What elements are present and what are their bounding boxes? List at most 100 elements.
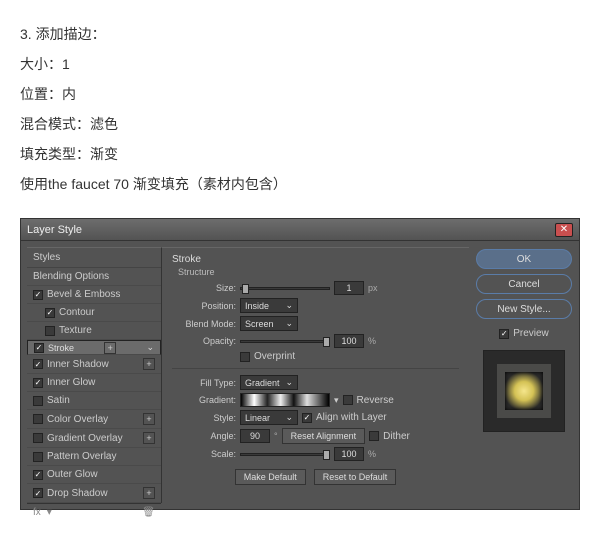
settings-panel: Stroke Structure Size: 1 px Position: In… [162, 247, 469, 503]
effect-label: Outer Glow [47, 469, 98, 480]
styles-header[interactable]: Styles [27, 248, 161, 268]
effect-label: Satin [47, 395, 70, 406]
cancel-button[interactable]: Cancel [476, 274, 572, 294]
effect-label: Color Overlay [47, 414, 108, 425]
blend-mode-select[interactable]: Screen [240, 316, 298, 331]
effect-checkbox[interactable] [45, 326, 55, 336]
article-text: 3. 添加描边： 大小：1 位置：内 混合模式：滤色 填充类型：渐变 使用the… [0, 0, 600, 210]
new-style-button[interactable]: New Style... [476, 299, 572, 319]
effect-row-contour[interactable]: Contour [27, 304, 161, 322]
effect-row-inner-shadow[interactable]: Inner Shadow + [27, 355, 161, 374]
dither-label: Dither [383, 431, 410, 442]
screenshot: Layer Style ✕ Styles Blending Options Be… [20, 218, 580, 510]
dialog-title: Layer Style [27, 224, 555, 236]
style-select[interactable]: Linear [240, 410, 298, 425]
effect-checkbox[interactable] [33, 488, 43, 498]
ok-button[interactable]: OK [476, 249, 572, 269]
effect-row-color-overlay[interactable]: Color Overlay + [27, 410, 161, 429]
line: 填充类型：渐变 [20, 140, 580, 168]
preview-label: Preview [513, 328, 549, 339]
styles-panel: Styles Blending Options Bevel & Emboss Co… [27, 247, 162, 503]
scale-slider[interactable] [240, 453, 330, 456]
effect-row-outer-glow[interactable]: Outer Glow [27, 466, 161, 484]
effect-checkbox[interactable] [33, 359, 43, 369]
effect-checkbox[interactable] [45, 308, 55, 318]
opacity-label: Opacity: [172, 336, 236, 346]
overprint-checkbox[interactable] [240, 352, 250, 362]
effect-row-bevel-emboss[interactable]: Bevel & Emboss [27, 286, 161, 304]
section-title: Stroke [172, 254, 459, 265]
effect-checkbox[interactable] [33, 452, 43, 462]
effect-label: Inner Shadow [47, 359, 109, 370]
titlebar[interactable]: Layer Style ✕ [21, 219, 579, 241]
reset-alignment-button[interactable]: Reset Alignment [282, 428, 366, 444]
position-label: Position: [172, 301, 236, 311]
reset-default-button[interactable]: Reset to Default [314, 469, 397, 485]
effect-checkbox[interactable] [33, 378, 43, 388]
effect-label: Bevel & Emboss [47, 289, 120, 300]
opacity-unit: % [368, 336, 376, 346]
align-layer-checkbox[interactable] [302, 413, 312, 423]
effect-row-drop-shadow[interactable]: Drop Shadow + [27, 484, 161, 503]
line: 大小：1 [20, 50, 580, 78]
fill-type-select[interactable]: Gradient [240, 375, 298, 390]
close-icon[interactable]: ✕ [555, 223, 573, 237]
opacity-input[interactable]: 100 [334, 334, 364, 348]
angle-label: Angle: [172, 431, 236, 441]
effect-row-satin[interactable]: Satin [27, 392, 161, 410]
make-default-button[interactable]: Make Default [235, 469, 306, 485]
line: 位置：内 [20, 80, 580, 108]
effect-label: Stroke [48, 343, 74, 353]
align-layer-label: Align with Layer [316, 412, 387, 423]
preview-checkbox[interactable] [499, 329, 509, 339]
effect-checkbox[interactable] [33, 414, 43, 424]
reverse-label: Reverse [357, 395, 394, 406]
fill-type-label: Fill Type: [172, 378, 236, 388]
effect-row-gradient-overlay[interactable]: Gradient Overlay + [27, 429, 161, 448]
effect-checkbox[interactable] [33, 290, 43, 300]
dither-checkbox[interactable] [369, 431, 379, 441]
blending-options[interactable]: Blending Options [27, 268, 161, 286]
effect-label: Gradient Overlay [47, 433, 123, 444]
effect-row-texture[interactable]: Texture [27, 322, 161, 340]
effect-label: Drop Shadow [47, 488, 108, 499]
plus-icon[interactable]: + [143, 413, 155, 425]
effect-checkbox[interactable] [34, 343, 44, 353]
angle-input[interactable]: 90 [240, 429, 270, 443]
preview-thumbnail [483, 350, 565, 432]
blend-mode-label: Blend Mode: [172, 319, 236, 329]
scale-label: Scale: [172, 449, 236, 459]
plus-icon[interactable]: + [143, 487, 155, 499]
position-select[interactable]: Inside [240, 298, 298, 313]
trash-icon[interactable]: 🗑 [142, 507, 155, 518]
effect-row-stroke[interactable]: Stroke + [27, 340, 161, 355]
effect-label: Pattern Overlay [47, 451, 116, 462]
reverse-checkbox[interactable] [343, 395, 353, 405]
size-slider[interactable] [240, 287, 330, 290]
effect-label: Texture [59, 325, 92, 336]
opacity-slider[interactable] [240, 340, 330, 343]
scale-input[interactable]: 100 [334, 447, 364, 461]
size-input[interactable]: 1 [334, 281, 364, 295]
chevron-down-icon[interactable]: ▾ [47, 507, 52, 518]
effect-checkbox[interactable] [33, 433, 43, 443]
plus-icon[interactable]: + [143, 432, 155, 444]
line: 使用the faucet 70 渐变填充（素材内包含） [20, 170, 580, 198]
size-unit: px [368, 283, 378, 293]
gradient-label: Gradient: [172, 395, 236, 405]
overprint-label: Overprint [254, 351, 295, 362]
subsection-structure: Structure [178, 267, 459, 277]
gradient-picker[interactable] [240, 393, 330, 407]
fx-icon[interactable]: fx [33, 507, 41, 518]
styles-footer: fx ▾ 🗑 [27, 503, 161, 521]
effect-checkbox[interactable] [33, 396, 43, 406]
plus-icon[interactable]: + [104, 342, 116, 354]
style-label: Style: [172, 413, 236, 423]
effect-checkbox[interactable] [33, 470, 43, 480]
effect-label: Inner Glow [47, 377, 95, 388]
effect-row-pattern-overlay[interactable]: Pattern Overlay [27, 448, 161, 466]
line: 混合模式：滤色 [20, 110, 580, 138]
effect-row-inner-glow[interactable]: Inner Glow [27, 374, 161, 392]
layer-style-dialog: Layer Style ✕ Styles Blending Options Be… [21, 219, 579, 509]
plus-icon[interactable]: + [143, 358, 155, 370]
